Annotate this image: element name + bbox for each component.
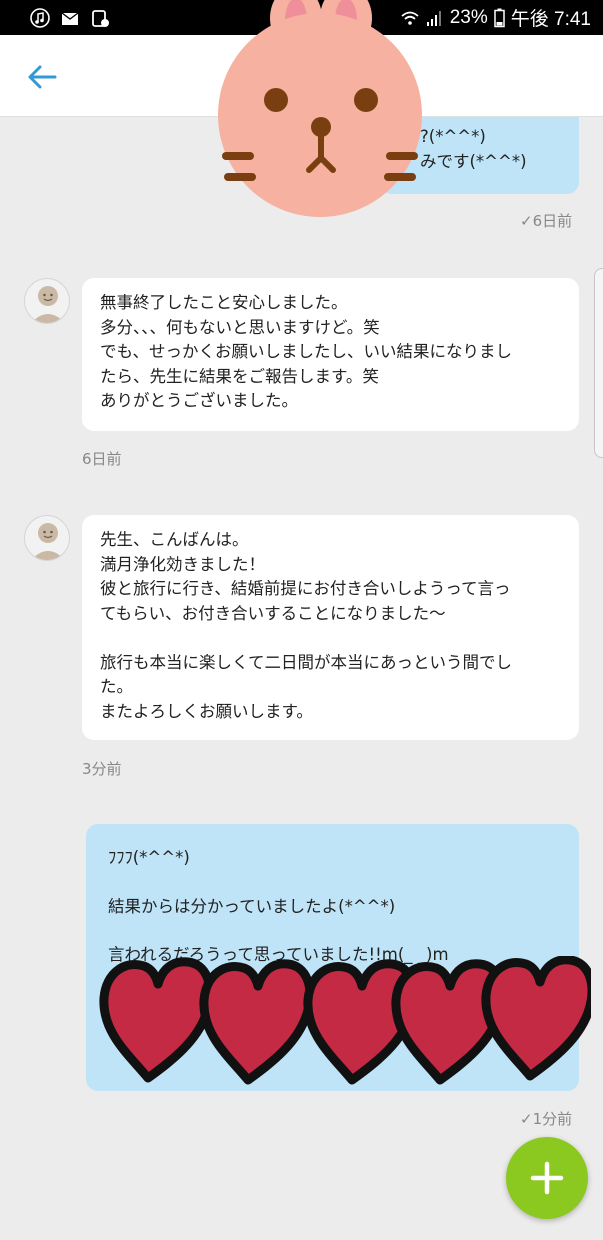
phone-icon [90,8,110,28]
message-line: 無事終了したこと安心しました。 [100,293,348,312]
scroll-indicator[interactable] [594,268,603,458]
message-line: ?(*^^*) [420,127,486,146]
message-timestamp: 6日前 [82,450,122,468]
message-line: 先生、こんばんは。 [100,530,249,549]
add-button[interactable] [506,1137,588,1219]
message-timestamp: ✓1分前 [520,1110,573,1128]
avatar[interactable] [24,278,70,324]
message-line: 多分、、、何もないと思いますけど。笑 [100,317,380,337]
avatar-icon [31,523,65,560]
message-line: たら、先生に結果をご報告します。笑 [100,366,379,386]
message-line: でも、せっかくお願いしましたし、いい結果になりまし [100,342,513,361]
avatar[interactable] [24,515,70,561]
back-button[interactable] [22,59,62,95]
message-bubble-incoming: 無事終了したこと安心しました。 多分、、、何もないと思いますけど。笑 でも、せっ… [82,278,579,431]
message-timestamp: ✓6日前 [520,212,573,230]
message-line: 結果からは分かっていましたよ(*^^*) [108,896,396,916]
clock: 午後 7:41 [510,9,591,30]
message-line: てもらい、お付き合いすることになりました〜 [100,603,446,623]
message-line [100,626,561,651]
mail-icon [60,8,80,28]
battery-icon [493,8,505,28]
message-line: 旅行も本当に楽しくて二日間が本当にあっという間でし [100,652,513,672]
message-line: ﾌﾌﾌ(*^^*) [108,848,190,867]
message-timestamp: 3分前 [82,760,122,778]
message-line: た。 [100,677,133,696]
message-line: ありがとうございました。 [100,391,298,410]
hearts-sticker [96,956,591,1091]
message-line: みです(*^^*) [420,151,527,171]
plus-icon [530,1161,564,1195]
message-line: 彼と旅行に行き、結婚前提にお付き合いしようって言っ [100,579,511,598]
message-bubble-incoming: 先生、こんばんは。 満月浄化効きました！ 彼と旅行に行き、結婚前提にお付き合いし… [82,515,579,740]
message-line: 満月浄化効きました！ [100,554,265,574]
rabbit-sticker [200,0,440,225]
arrow-left-icon [28,65,57,89]
message-line: またよろしくお願いします。 [100,701,313,721]
avatar-icon [31,286,65,323]
battery-text: 23% [449,6,488,28]
music-icon [30,7,50,28]
